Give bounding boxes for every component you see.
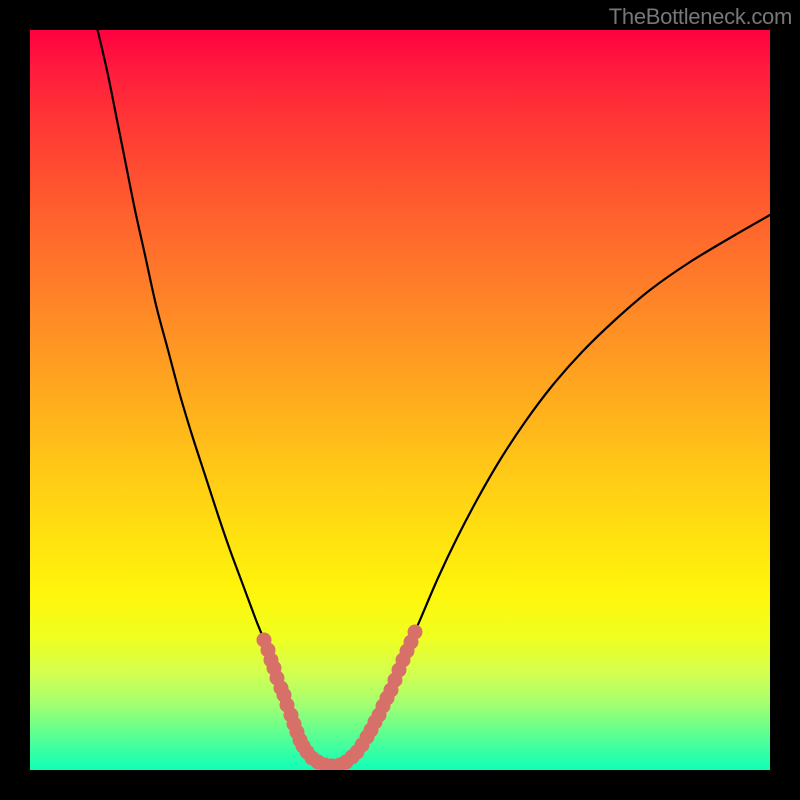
plot-area [30,30,770,770]
watermark-text: TheBottleneck.com [609,4,792,30]
curve-beads-right [333,625,423,771]
chart-container: TheBottleneck.com [0,0,800,800]
bottleneck-curve [95,30,770,766]
curve-beads-left [257,633,340,771]
curve-bead [408,625,423,640]
curve-svg [30,30,770,770]
